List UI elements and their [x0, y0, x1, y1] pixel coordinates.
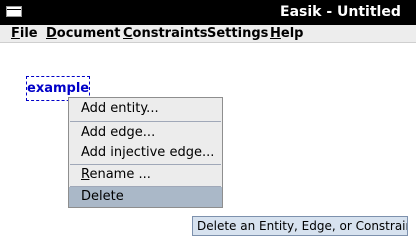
- window-title: Easik - Untitled: [280, 4, 401, 20]
- menu-item-rename[interactable]: Rename ...: [69, 165, 222, 185]
- menu-file[interactable]: File: [11, 25, 38, 42]
- menu-settings[interactable]: Settings: [207, 25, 268, 42]
- menu-document[interactable]: Document: [46, 25, 121, 42]
- window-menu-icon[interactable]: [6, 6, 22, 17]
- menu-separator: [70, 121, 221, 122]
- tooltip: Delete an Entity, Edge, or Constraint: [192, 216, 408, 236]
- menu-item-add-injective-edge[interactable]: Add injective edge...: [69, 143, 222, 163]
- menu-item-add-entity[interactable]: Add entity...: [69, 99, 222, 119]
- title-bar: Easik - Untitled: [0, 0, 416, 25]
- menu-bar: File Document Constraints Settings Help: [0, 25, 416, 43]
- menu-item-add-edge[interactable]: Add edge...: [69, 123, 222, 143]
- context-menu: Add entity... Add edge... Add injective …: [68, 97, 223, 208]
- menu-help[interactable]: Help: [270, 25, 303, 42]
- menu-item-delete[interactable]: Delete: [69, 187, 222, 207]
- menu-constraints[interactable]: Constraints: [123, 25, 208, 42]
